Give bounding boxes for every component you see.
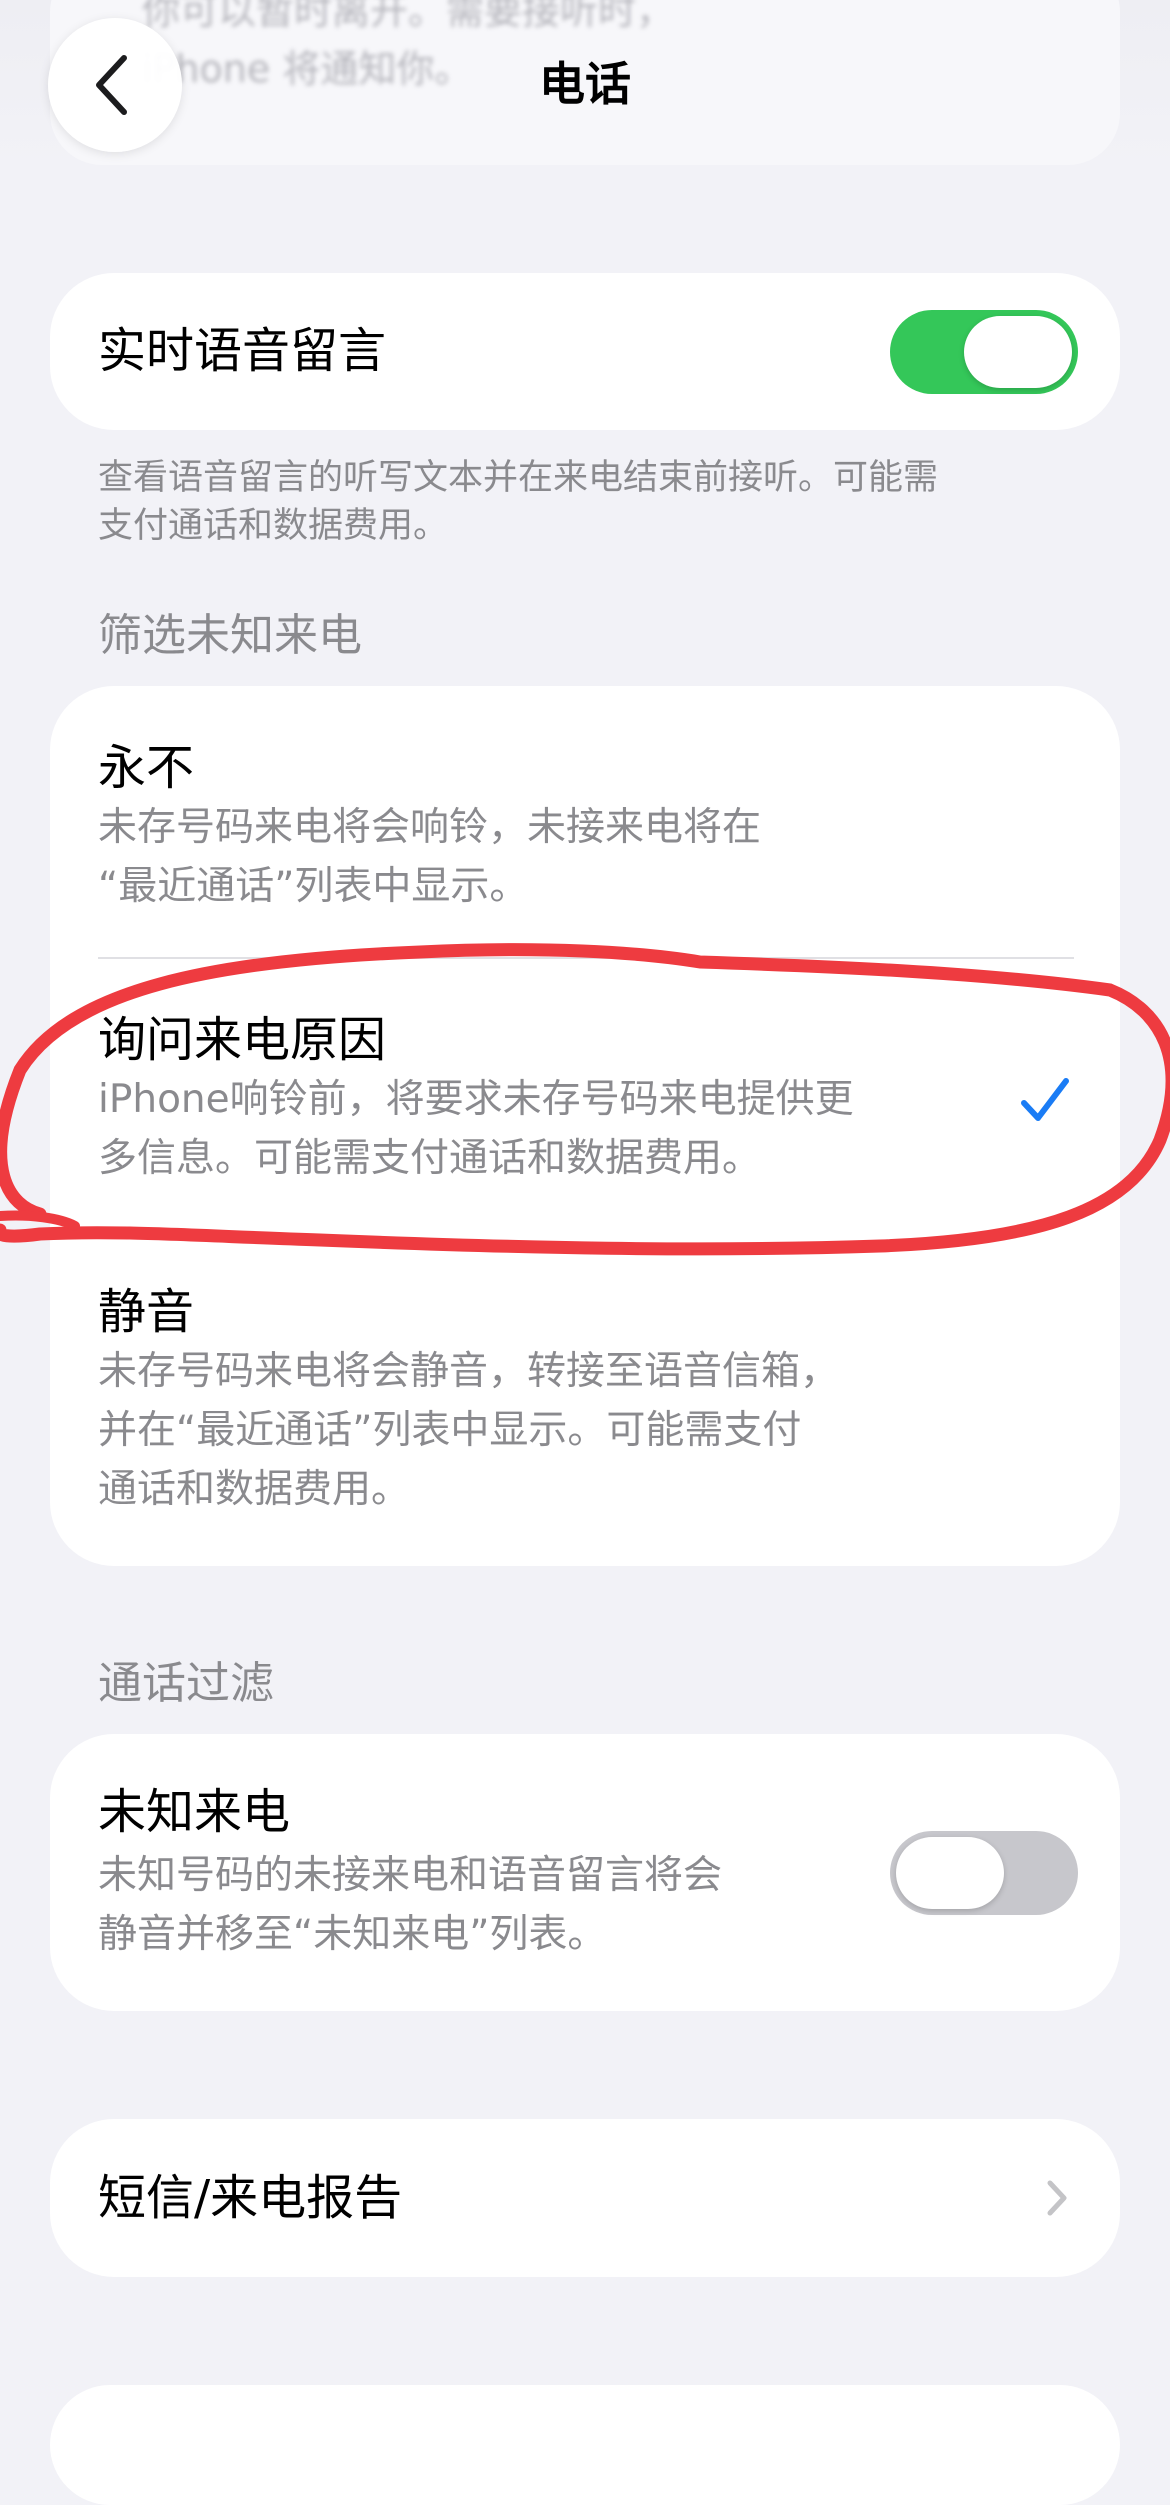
live-voicemail-footer: 查看语音留言的听写文本并在来电结束前接听。可能需 支付通话和数据费用。	[98, 458, 939, 546]
sms-report-label: 短信/来电报告	[98, 2170, 403, 2226]
toggle-knob	[964, 316, 1072, 388]
option-description: iPhone响铃前，将要求未存号码来电提供更 多信息。可能需支付通话和数据费用。	[98, 1077, 854, 1181]
page-title: 电话	[539, 57, 631, 111]
checkmark-icon	[1021, 1078, 1069, 1121]
divider	[98, 957, 1074, 959]
toggle-knob	[896, 1837, 1004, 1909]
live-voicemail-toggle[interactable]	[890, 310, 1078, 394]
unknown-callers-description: 未知号码的未接来电和语音留言将会 静音并移至“未知来电”列表。	[98, 1853, 723, 1957]
option-title: 永不	[98, 740, 195, 796]
chevron-right-icon	[1047, 2180, 1067, 2216]
unknown-callers-toggle[interactable]	[890, 1831, 1078, 1915]
next-card-partial	[50, 2385, 1120, 2505]
live-voicemail-card: 实时语音留言	[50, 273, 1120, 430]
section-header-call-filtering: 通话过滤	[98, 1658, 274, 1709]
unknown-callers-title: 未知来电	[98, 1784, 291, 1840]
option-description: 未存号码来电将会响铃，未接来电将在 “最近通话”列表中显示。	[98, 805, 762, 909]
live-voicemail-label: 实时语音留言	[98, 323, 387, 379]
sms-report-row[interactable]: 短信/来电报告	[50, 2119, 1120, 2277]
call-filtering-card: 未知来电 未知号码的未接来电和语音留言将会 静音并移至“未知来电”列表。	[50, 1734, 1120, 2011]
option-description: 未存号码来电将会静音，转接至语音信箱， 并在“最近通话”列表中显示。可能需支付 …	[98, 1349, 840, 1512]
option-title: 静音	[98, 1284, 195, 1340]
option-title: 询问来电原因	[98, 1012, 387, 1068]
screen-unknown-card: 永不 未存号码来电将会响铃，未接来电将在 “最近通话”列表中显示。 询问来电原因…	[50, 686, 1120, 1566]
section-header-screen-unknown: 筛选未知来电	[98, 610, 362, 661]
